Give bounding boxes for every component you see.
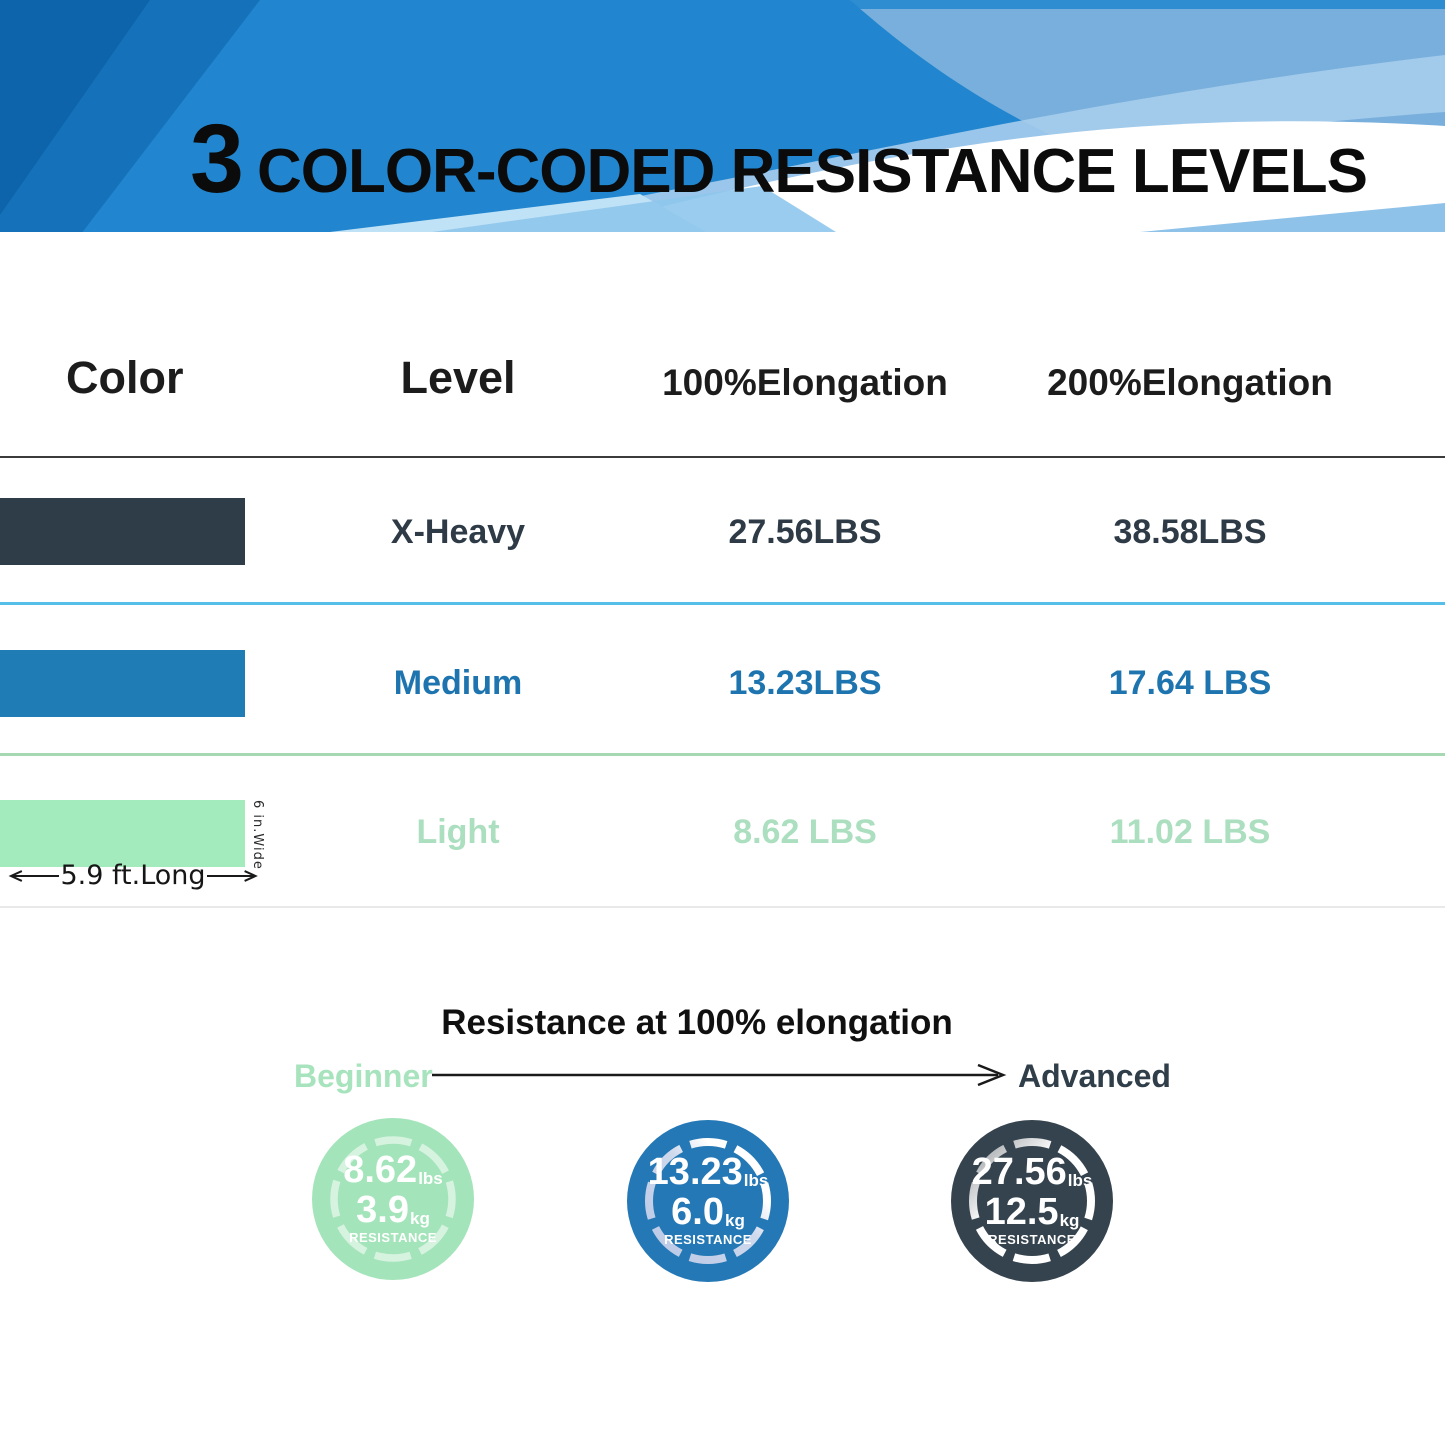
band-length-dimension: 5.9 ft.Long: [8, 860, 258, 891]
infographic: 3 COLOR-CODED RESISTANCE LEVELS Color Le…: [0, 0, 1445, 1443]
lbs-value: 27.56: [972, 1151, 1067, 1193]
row-divider: [0, 753, 1445, 756]
kg-value: 6.0: [671, 1191, 724, 1233]
elongation-100-cell: 8.62 LBS: [655, 813, 955, 852]
length-arrow-left-icon: [8, 868, 59, 884]
beginner-to-advanced-arrow-icon: [428, 1062, 1013, 1088]
column-header-color: Color: [66, 352, 184, 404]
row-divider: [0, 602, 1445, 605]
elongation-200-cell: 38.58LBS: [1040, 513, 1340, 552]
resistance-badge-light: 8.62lbs 3.9kg RESISTANCE: [312, 1118, 474, 1280]
resistance-badge-medium: 13.23lbs 6.0kg RESISTANCE: [627, 1120, 789, 1282]
elongation-100-cell: 13.23LBS: [655, 664, 955, 703]
scale-label-advanced: Advanced: [1018, 1058, 1171, 1095]
band-swatch-medium: [0, 650, 245, 717]
kg-value: 3.9: [356, 1189, 409, 1231]
banner-title: 3 COLOR-CODED RESISTANCE LEVELS: [190, 110, 1367, 207]
badge-text: 13.23lbs 6.0kg RESISTANCE: [648, 1153, 769, 1250]
band-swatch-light: [0, 800, 245, 867]
level-cell: X-Heavy: [330, 513, 586, 552]
band-swatch-x-heavy: [0, 498, 245, 565]
elongation-100-cell: 27.56LBS: [655, 513, 955, 552]
length-arrow-right-icon: [207, 868, 258, 884]
kg-value: 12.5: [985, 1191, 1059, 1233]
scale-label-beginner: Beginner: [294, 1058, 433, 1095]
badge-text: 27.56lbs 12.5kg RESISTANCE: [972, 1153, 1093, 1250]
column-header-level: Level: [330, 352, 586, 404]
banner: 3 COLOR-CODED RESISTANCE LEVELS: [0, 0, 1445, 232]
table-bottom-divider: [0, 906, 1445, 908]
lbs-unit: lbs: [418, 1169, 443, 1188]
lbs-value: 13.23: [648, 1151, 743, 1193]
column-header-100-elongation: 100%Elongation: [655, 362, 955, 404]
band-length-label: 5.9 ft.Long: [60, 860, 205, 891]
banner-title-number: 3: [190, 110, 241, 207]
badge-caption: RESISTANCE: [988, 1232, 1076, 1247]
badge-text: 8.62lbs 3.9kg RESISTANCE: [343, 1151, 443, 1248]
lbs-value: 8.62: [343, 1149, 417, 1191]
lbs-unit: lbs: [744, 1171, 769, 1190]
badge-caption: RESISTANCE: [349, 1230, 437, 1245]
level-cell: Medium: [330, 664, 586, 703]
resistance-badge-x-heavy: 27.56lbs 12.5kg RESISTANCE: [951, 1120, 1113, 1282]
kg-unit: kg: [725, 1211, 745, 1230]
lbs-unit: lbs: [1068, 1171, 1093, 1190]
banner-title-text: COLOR-CODED RESISTANCE LEVELS: [257, 141, 1367, 203]
elongation-200-cell: 11.02 LBS: [1040, 813, 1340, 852]
level-cell: Light: [330, 813, 586, 852]
column-header-200-elongation: 200%Elongation: [1040, 362, 1340, 404]
header-divider: [0, 456, 1445, 458]
kg-unit: kg: [410, 1209, 430, 1228]
elongation-200-cell: 17.64 LBS: [1040, 664, 1340, 703]
badge-caption: RESISTANCE: [664, 1232, 752, 1247]
elongation-chart-title: Resistance at 100% elongation: [297, 1003, 1097, 1043]
kg-unit: kg: [1060, 1211, 1080, 1230]
